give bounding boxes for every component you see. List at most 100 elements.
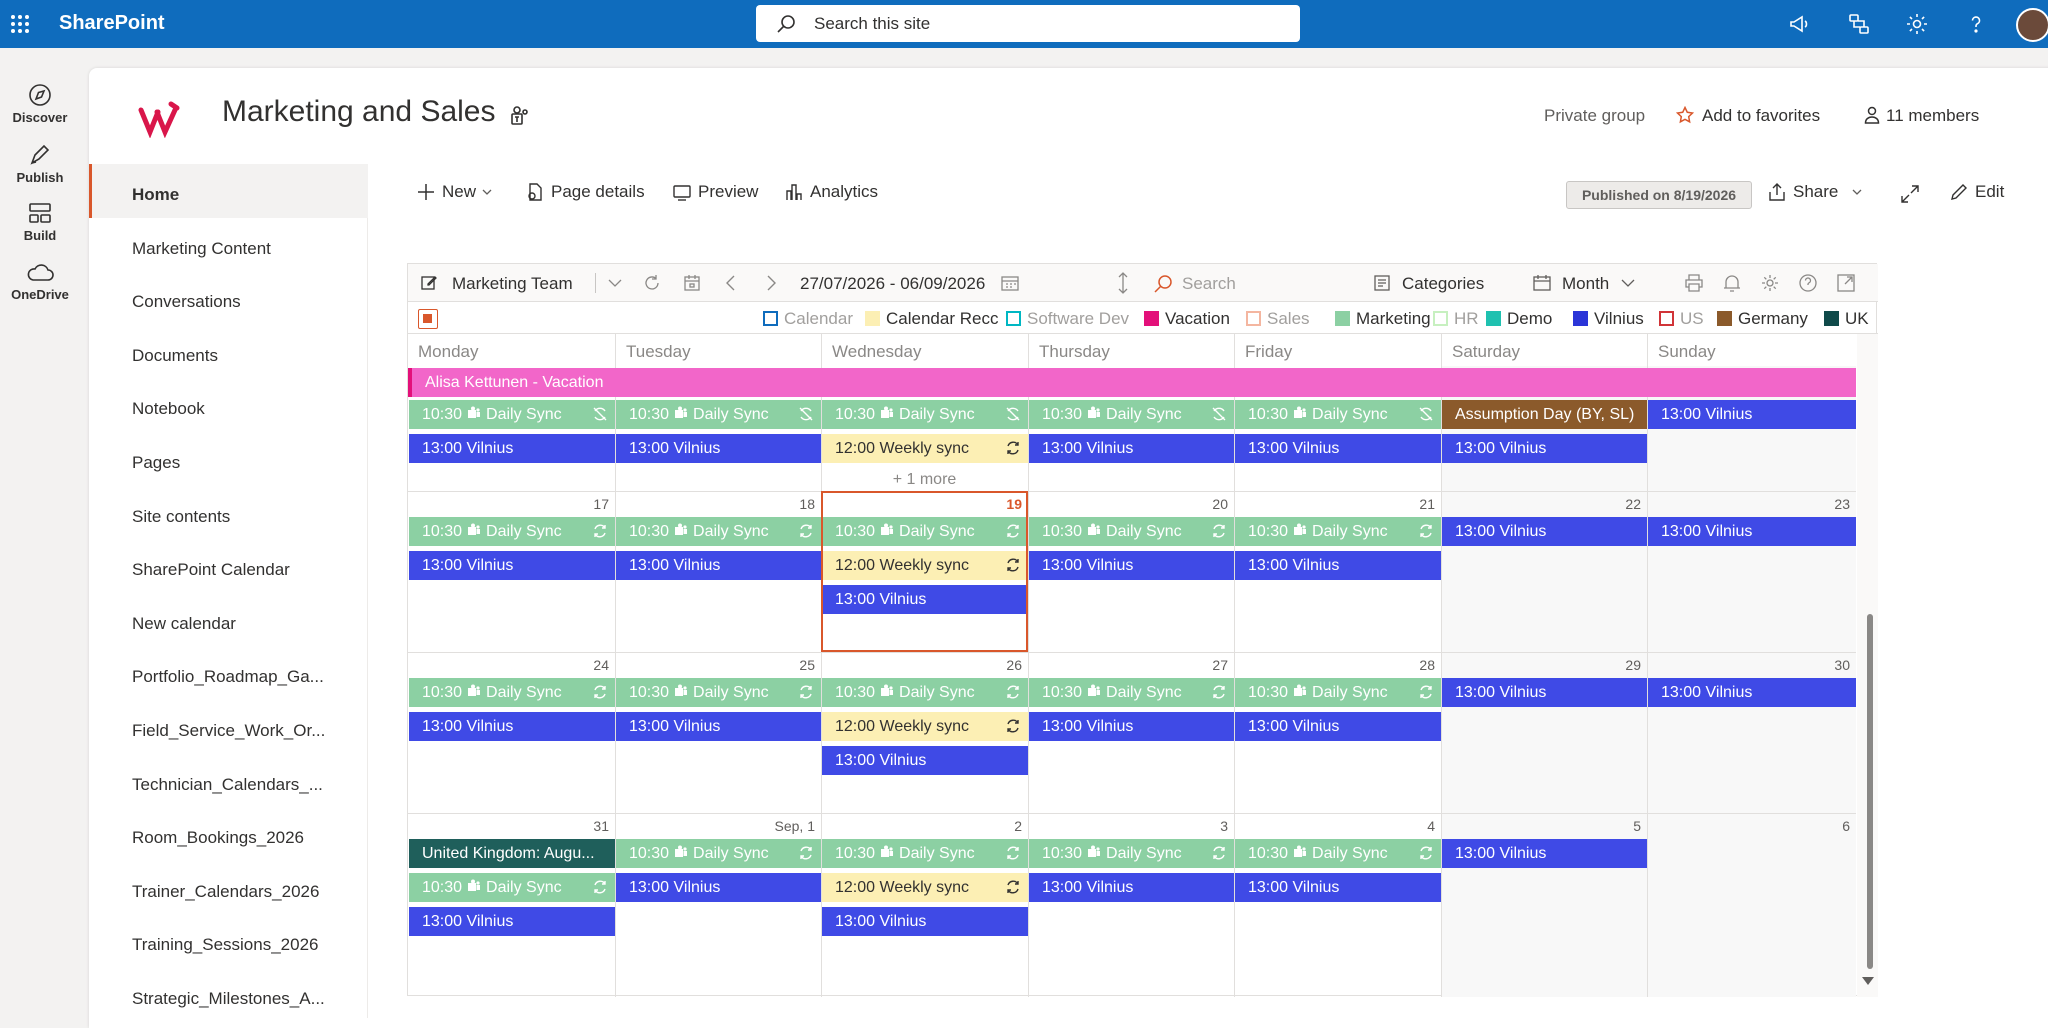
- calendar-event[interactable]: 13:00 Vilnius: [1442, 678, 1647, 707]
- calendar-event[interactable]: 10:30 Daily Sync: [1029, 517, 1234, 546]
- chevron-left-icon[interactable]: [724, 274, 738, 292]
- calendar-event[interactable]: 10:30 Daily Sync: [1029, 400, 1234, 429]
- members-button[interactable]: 11 members: [1864, 106, 1979, 126]
- page-details-button[interactable]: Page details: [525, 182, 645, 202]
- calendar-event[interactable]: 10:30 Daily Sync: [409, 400, 615, 429]
- calendar-event[interactable]: 13:00 Vilnius: [1029, 551, 1234, 580]
- calendar-event[interactable]: 13:00 Vilnius: [1442, 434, 1647, 463]
- legend-item[interactable]: Sales: [1246, 309, 1310, 329]
- calendar-event[interactable]: 13:00 Vilnius: [1442, 517, 1647, 546]
- calendar-event[interactable]: 10:30 Daily Sync: [1235, 678, 1441, 707]
- nav-item-portfolio-roadmap-ga[interactable]: Portfolio_Roadmap_Ga...: [89, 646, 368, 700]
- calendar-event[interactable]: 10:30 Daily Sync: [409, 873, 615, 902]
- nav-item-trainer-calendars-2026[interactable]: Trainer_Calendars_2026: [89, 861, 368, 915]
- calendar-event[interactable]: 13:00 Vilnius: [409, 712, 615, 741]
- edit-button[interactable]: Edit: [1949, 182, 2004, 202]
- calendar-event[interactable]: 10:30 Daily Sync: [822, 400, 1028, 429]
- chevron-down-icon[interactable]: [1620, 277, 1636, 289]
- calendar-event[interactable]: 13:00 Vilnius: [1235, 551, 1441, 580]
- calendar-event[interactable]: 10:30 Daily Sync: [1235, 839, 1441, 868]
- calendar-event[interactable]: 10:30 Daily Sync: [616, 678, 821, 707]
- nav-item-notebook[interactable]: Notebook: [89, 378, 368, 432]
- calendar-event[interactable]: 10:30 Daily Sync: [1235, 400, 1441, 429]
- nav-item-site-contents[interactable]: Site contents: [89, 486, 368, 540]
- rail-discover[interactable]: Discover: [0, 82, 80, 125]
- calendar-event[interactable]: 10:30 Daily Sync: [822, 678, 1028, 707]
- nav-item-field-service-work-or[interactable]: Field_Service_Work_Or...: [89, 700, 368, 754]
- legend-item[interactable]: Software Dev: [1006, 309, 1129, 329]
- calendar-event[interactable]: 12:00 Weekly sync: [822, 873, 1028, 902]
- calendar-event[interactable]: 13:00 Vilnius: [1648, 678, 1856, 707]
- help-icon[interactable]: [1964, 12, 1988, 36]
- legend-item[interactable]: Vacation: [1144, 309, 1230, 329]
- calendar-picker-icon[interactable]: [1000, 273, 1020, 293]
- calendar-event[interactable]: 10:30 Daily Sync: [616, 400, 821, 429]
- calendar-event[interactable]: 13:00 Vilnius: [1442, 839, 1647, 868]
- calendar-event[interactable]: Assumption Day (BY, SL): [1442, 400, 1647, 429]
- scroll-down-icon[interactable]: [1861, 976, 1875, 986]
- nav-item-strategic-milestones-a[interactable]: Strategic_Milestones_A...: [89, 968, 368, 1022]
- share-button[interactable]: Share: [1767, 182, 1862, 202]
- nav-item-home[interactable]: Home: [89, 164, 368, 218]
- categories-icon[interactable]: [1372, 273, 1392, 293]
- settings-gear-icon[interactable]: [1760, 273, 1780, 293]
- teams-icon[interactable]: [508, 104, 532, 128]
- calendar-event[interactable]: 13:00 Vilnius: [616, 873, 821, 902]
- preview-button[interactable]: Preview: [672, 182, 758, 202]
- app-brand[interactable]: SharePoint: [59, 12, 165, 35]
- calendar-event[interactable]: 10:30 Daily Sync: [1235, 517, 1441, 546]
- megaphone-icon[interactable]: [1788, 12, 1812, 36]
- legend-item[interactable]: Demo: [1486, 309, 1552, 329]
- view-mode[interactable]: Month: [1562, 274, 1609, 294]
- calendar-event[interactable]: 10:30 Daily Sync: [1029, 839, 1234, 868]
- calendar-event[interactable]: 10:30 Daily Sync: [822, 839, 1028, 868]
- bell-icon[interactable]: [1722, 273, 1742, 293]
- legend-item[interactable]: Vilnius: [1573, 309, 1644, 329]
- calendar-event[interactable]: 10:30 Daily Sync: [409, 517, 615, 546]
- calendar-event[interactable]: 13:00 Vilnius: [1235, 712, 1441, 741]
- nav-item-technician-calendars[interactable]: Technician_Calendars_...: [89, 754, 368, 808]
- help-icon[interactable]: [1798, 273, 1818, 293]
- rail-build[interactable]: Build: [0, 200, 80, 243]
- nav-item-new-calendar[interactable]: New calendar: [89, 593, 368, 647]
- nav-item-documents[interactable]: Documents: [89, 325, 368, 379]
- share-network-icon[interactable]: [1847, 12, 1871, 36]
- nav-item-marketing-content[interactable]: Marketing Content: [89, 218, 368, 272]
- legend-item[interactable]: Germany: [1717, 309, 1808, 329]
- nav-item-conversations[interactable]: Conversations: [89, 271, 368, 325]
- search-icon[interactable]: [1153, 274, 1173, 294]
- calendar-event[interactable]: 10:30 Daily Sync: [616, 839, 821, 868]
- pop-out-icon[interactable]: [1836, 273, 1856, 293]
- add-favorites-button[interactable]: Add to favorites: [1676, 106, 1820, 126]
- resize-vertical-icon[interactable]: [1116, 271, 1130, 295]
- legend-item[interactable]: HR: [1433, 309, 1479, 329]
- new-button[interactable]: New: [416, 182, 492, 202]
- calendar-event[interactable]: 10:30 Daily Sync: [1029, 678, 1234, 707]
- calendar-event[interactable]: 13:00 Vilnius: [1235, 873, 1441, 902]
- nav-item-sharepoint-calendar[interactable]: SharePoint Calendar: [89, 539, 368, 593]
- refresh-icon[interactable]: [642, 273, 662, 293]
- expand-icon[interactable]: [1900, 184, 1920, 204]
- calendar-event[interactable]: 13:00 Vilnius: [822, 907, 1028, 936]
- all-day-event[interactable]: Alisa Kettunen - Vacation: [408, 368, 1856, 397]
- legend-item[interactable]: US: [1659, 309, 1704, 329]
- calendar-event[interactable]: 13:00 Vilnius: [1648, 400, 1856, 429]
- calendar-event[interactable]: 13:00 Vilnius: [1029, 434, 1234, 463]
- legend-item[interactable]: Calendar: [763, 309, 853, 329]
- app-launcher-icon[interactable]: [10, 14, 30, 34]
- more-events-link[interactable]: + 1 more: [821, 471, 1028, 489]
- calendar-event[interactable]: 13:00 Vilnius: [616, 551, 821, 580]
- legend-item[interactable]: Marketing: [1335, 309, 1431, 329]
- analytics-button[interactable]: Analytics: [784, 182, 878, 202]
- calendar-event[interactable]: 13:00 Vilnius: [1648, 517, 1856, 546]
- nav-item-room-bookings-2026[interactable]: Room_Bookings_2026: [89, 807, 368, 861]
- calendar-event[interactable]: 10:30 Daily Sync: [409, 678, 615, 707]
- settings-gear-icon[interactable]: [1905, 12, 1929, 36]
- calendar-event[interactable]: 13:00 Vilnius: [409, 907, 615, 936]
- today-icon[interactable]: [682, 273, 702, 293]
- rail-publish[interactable]: Publish: [0, 142, 80, 185]
- edit-view-icon[interactable]: [420, 274, 438, 292]
- chevron-right-icon[interactable]: [764, 274, 778, 292]
- calendar-event[interactable]: 12:00 Weekly sync: [822, 434, 1028, 463]
- calendar-event[interactable]: 13:00 Vilnius: [1029, 873, 1234, 902]
